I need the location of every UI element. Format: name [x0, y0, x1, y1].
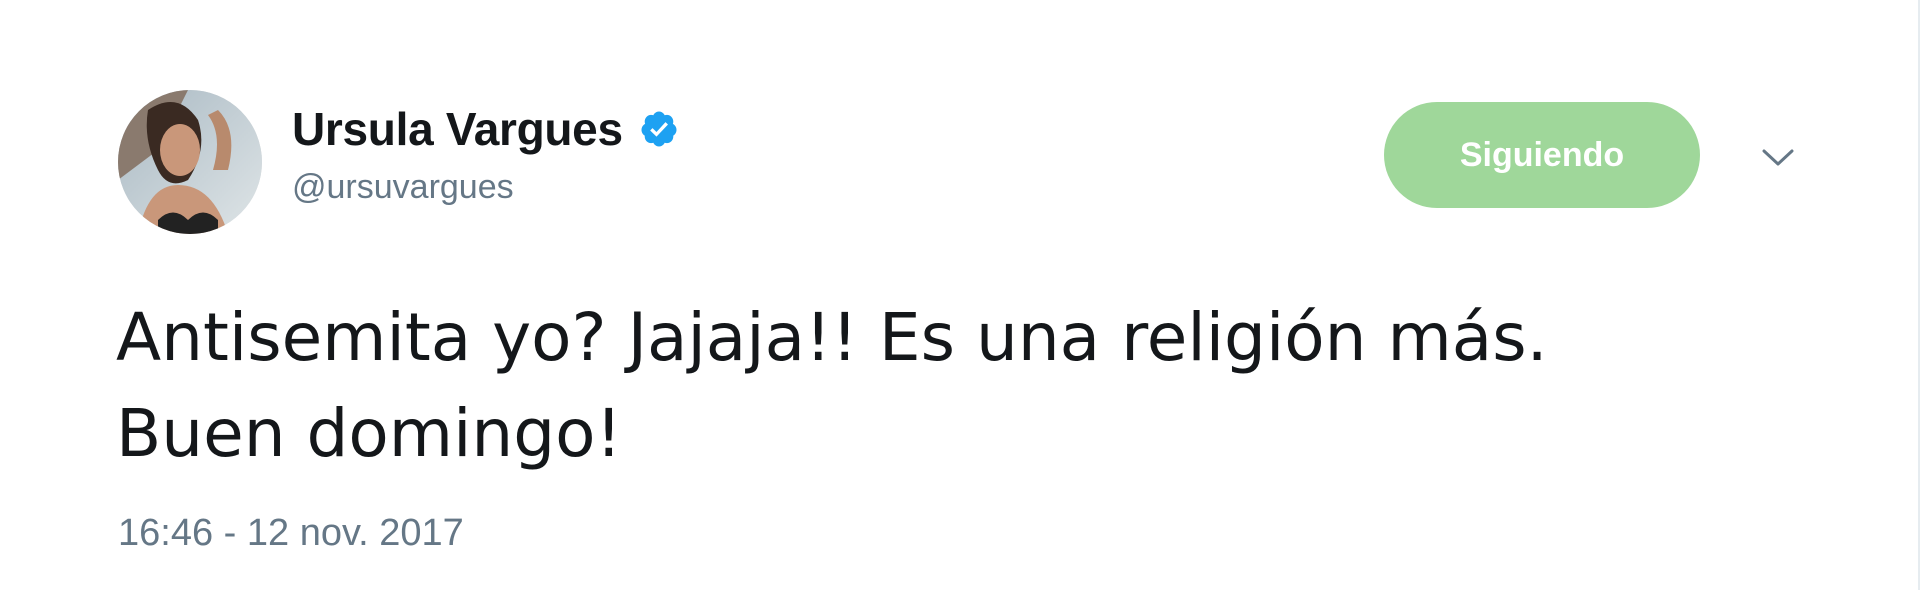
tweet-text-line: Buen domingo!: [116, 395, 622, 472]
following-button[interactable]: Siguiendo: [1384, 102, 1700, 208]
tweet-text-line: Antisemita yo? Jajaja!! Es una religión …: [116, 299, 1548, 376]
tweet-text: Antisemita yo? Jajaja!! Es una religión …: [116, 290, 1836, 482]
tweet-card: Ursula Vargues @ursuvargues Siguiendo An…: [0, 0, 1920, 590]
tweet-timestamp[interactable]: 16:46 - 12 nov. 2017: [118, 512, 464, 555]
avatar[interactable]: [118, 90, 262, 234]
chevron-down-icon: [1762, 149, 1794, 166]
display-name[interactable]: Ursula Vargues: [292, 102, 623, 156]
avatar-image: [118, 90, 262, 234]
name-row: Ursula Vargues: [292, 100, 679, 158]
user-info: Ursula Vargues @ursuvargues: [292, 100, 679, 207]
user-handle[interactable]: @ursuvargues: [292, 168, 679, 207]
tweet-menu-button[interactable]: [1752, 138, 1804, 178]
verified-badge-icon: [641, 111, 677, 147]
